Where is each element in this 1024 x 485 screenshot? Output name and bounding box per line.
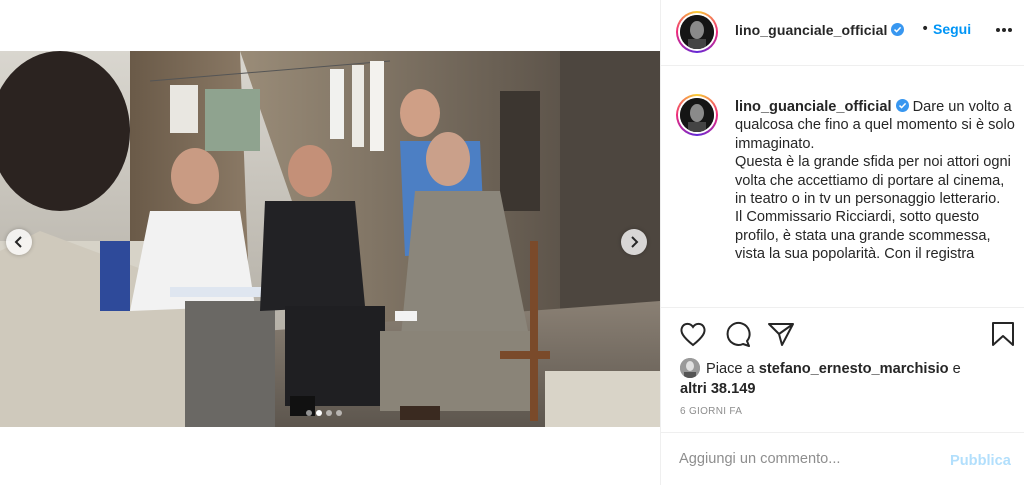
comment-bubble-icon[interactable] <box>724 321 752 351</box>
likes-conjunction: e <box>952 361 961 377</box>
likes-others-link[interactable]: altri 38.149 <box>680 379 1016 399</box>
likes-summary: Piace a stefano_ernesto_marchisio e altr… <box>680 359 1016 399</box>
carousel-dot <box>336 410 342 416</box>
carousel-dot <box>306 410 312 416</box>
post-media <box>0 0 660 485</box>
profile-picture <box>680 98 714 132</box>
caption-avatar[interactable] <box>676 94 718 136</box>
post-header: lino_guanciale_official • Segui <box>661 0 1024 66</box>
caption-username[interactable]: lino_guanciale_official <box>735 99 892 115</box>
chevron-right-icon <box>628 233 640 252</box>
publish-button[interactable]: Pubblica <box>950 453 1011 469</box>
more-options-button[interactable] <box>996 28 1012 32</box>
carousel-prev-button[interactable] <box>6 229 32 255</box>
heart-icon[interactable] <box>679 321 707 351</box>
username-link[interactable]: lino_guanciale_official <box>735 22 905 38</box>
likes-prefix: Piace a <box>706 361 755 377</box>
profile-picture <box>680 15 714 49</box>
post-timestamp[interactable]: 6 GIORNI FA <box>680 406 742 417</box>
caption-area: lino_guanciale_official Dare un volto a … <box>661 67 1024 307</box>
more-dot <box>1008 28 1012 32</box>
post-actions: Piace a stefano_ernesto_marchisio e altr… <box>661 307 1024 432</box>
bookmark-icon[interactable] <box>991 321 1015 351</box>
caption-paragraph-1: lino_guanciale_official Dare un volto a … <box>735 98 1015 153</box>
carousel-dot <box>316 410 322 416</box>
chevron-left-icon <box>13 233 25 252</box>
carousel-indicator <box>306 410 342 416</box>
caption-text: lino_guanciale_official Dare un volto a … <box>735 98 1015 264</box>
film-set-scene <box>0 51 660 427</box>
liker-avatar[interactable] <box>680 358 700 378</box>
caption-paragraph-2: Questa è la grande sfida per noi attori … <box>735 154 1011 208</box>
comment-input[interactable] <box>679 451 939 467</box>
verified-badge-icon <box>891 23 905 36</box>
verified-badge-icon <box>895 99 909 112</box>
paper-plane-icon[interactable] <box>767 321 795 351</box>
liker-username[interactable]: stefano_ernesto_marchisio <box>759 361 949 377</box>
post-sidebar: lino_guanciale_official • Segui lino_gua… <box>660 0 1024 485</box>
post-photo[interactable] <box>0 51 660 427</box>
separator-dot: • <box>921 21 930 37</box>
avatar[interactable] <box>676 11 718 53</box>
username-text: lino_guanciale_official <box>735 22 888 38</box>
carousel-next-button[interactable] <box>621 229 647 255</box>
more-horizontal-icon <box>996 28 1000 32</box>
carousel-dot <box>326 410 332 416</box>
caption-paragraph-3: Il Commissario Ricciardi, sotto questo p… <box>735 209 991 263</box>
follow-button[interactable]: Segui <box>933 21 971 37</box>
more-dot <box>1002 28 1006 32</box>
comment-form: Pubblica <box>661 432 1024 485</box>
